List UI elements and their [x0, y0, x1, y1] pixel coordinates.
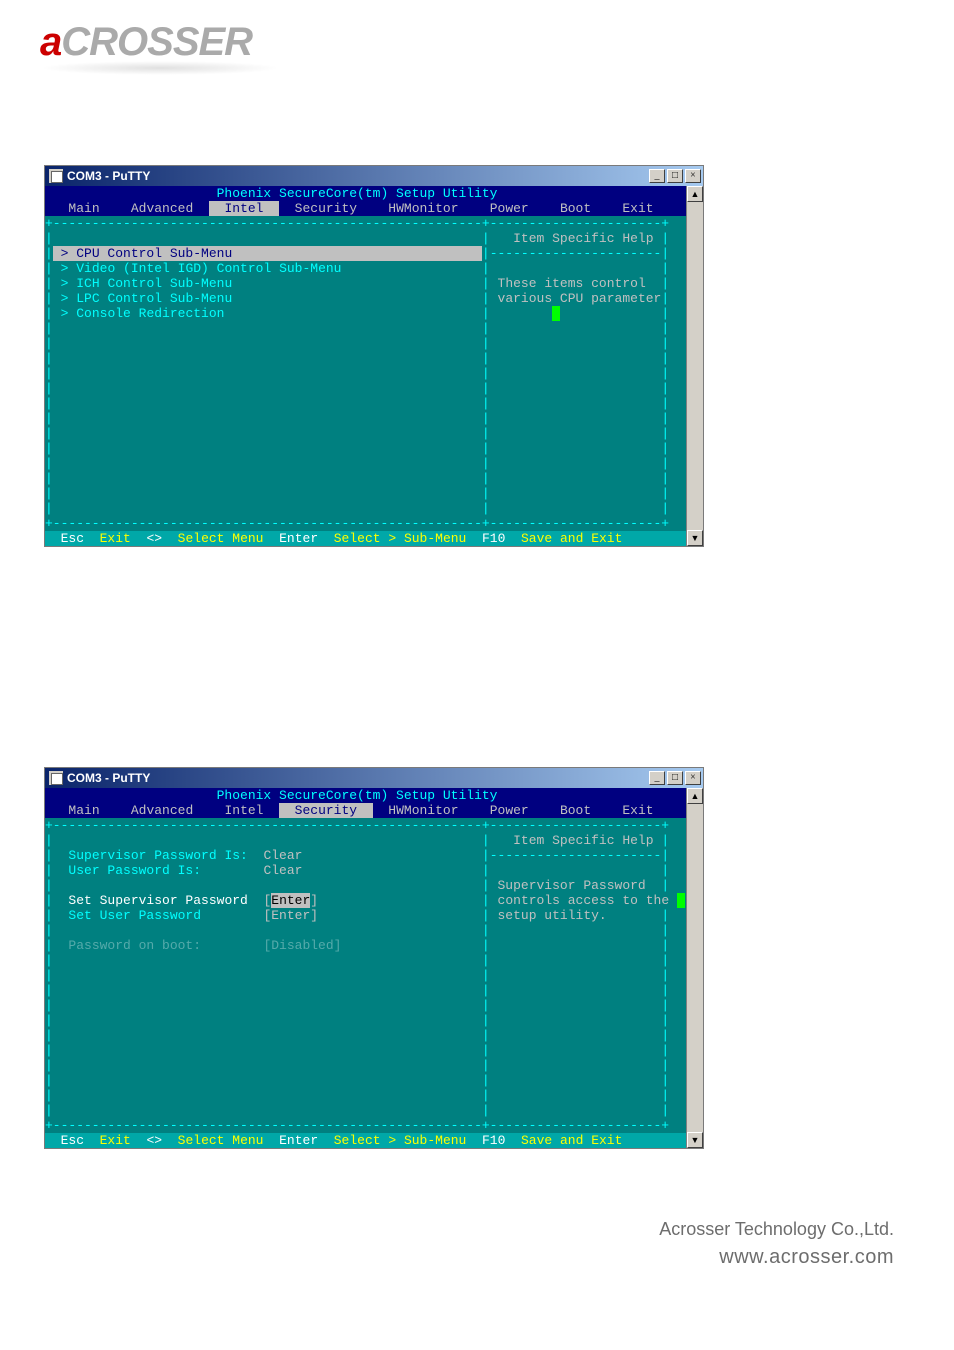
logo-letter-a: a	[40, 20, 61, 64]
maximize-button[interactable]: □	[667, 771, 683, 785]
minimize-button[interactable]: _	[649, 771, 665, 785]
titlebar[interactable]: COM3 - PuTTY _ □ ×	[45, 166, 703, 186]
footer-url: www.acrosser.com	[0, 1246, 894, 1269]
putty-window-security: COM3 - PuTTY _ □ × Phoenix SecureCore(tm…	[44, 767, 704, 1149]
window-title: COM3 - PuTTY	[67, 771, 647, 785]
scroll-up-button[interactable]: ▲	[687, 788, 703, 804]
putty-window-intel: COM3 - PuTTY _ □ × Phoenix SecureCore(tm…	[44, 165, 704, 547]
brand-logo: aCROSSER	[40, 20, 954, 65]
putty-icon	[49, 169, 63, 183]
terminal-security[interactable]: Phoenix SecureCore(tm) Setup Utility Mai…	[45, 788, 686, 1148]
scroll-down-button[interactable]: ▼	[687, 1132, 703, 1148]
logo-rest: CROSSER	[61, 20, 252, 64]
scroll-down-button[interactable]: ▼	[687, 530, 703, 546]
putty-icon	[49, 771, 63, 785]
titlebar[interactable]: COM3 - PuTTY _ □ ×	[45, 768, 703, 788]
scroll-up-button[interactable]: ▲	[687, 186, 703, 202]
scrollbar[interactable]: ▲ ▼	[686, 186, 703, 546]
close-button[interactable]: ×	[685, 169, 701, 183]
close-button[interactable]: ×	[685, 771, 701, 785]
scrollbar[interactable]: ▲ ▼	[686, 788, 703, 1148]
window-title: COM3 - PuTTY	[67, 169, 647, 183]
footer-company: Acrosser Technology Co.,Ltd.	[0, 1219, 894, 1240]
minimize-button[interactable]: _	[649, 169, 665, 183]
page-footer: Acrosser Technology Co.,Ltd. www.acrosse…	[0, 1219, 894, 1269]
terminal-intel[interactable]: Phoenix SecureCore(tm) Setup Utility Mai…	[45, 186, 686, 546]
maximize-button[interactable]: □	[667, 169, 683, 183]
